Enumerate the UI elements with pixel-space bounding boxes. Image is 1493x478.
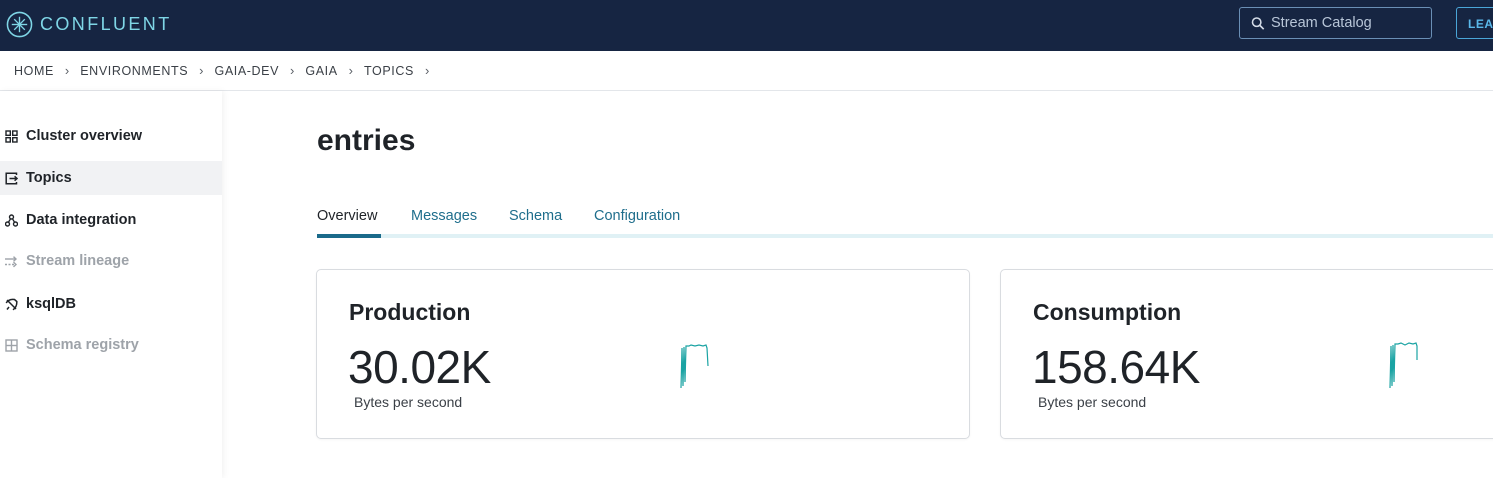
- breadcrumb-home[interactable]: HOME: [14, 64, 54, 78]
- search-icon: [1251, 16, 1265, 30]
- breadcrumb-separator: ›: [199, 63, 204, 78]
- production-unit: Bytes per second: [354, 394, 463, 410]
- connector-icon: [4, 213, 18, 227]
- breadcrumb-separator: ›: [348, 63, 354, 78]
- sidebar-item-label: Stream lineage: [26, 253, 130, 269]
- tabs-track: [317, 234, 1493, 238]
- confluent-logo[interactable]: CONFLUENT: [6, 10, 172, 38]
- sidebar-item-stream-lineage[interactable]: Stream lineage: [0, 244, 222, 278]
- page-title: entries: [317, 124, 416, 157]
- sidebar-item-label: ksqlDB: [26, 296, 76, 312]
- stream-catalog-search[interactable]: [1239, 7, 1432, 39]
- sidebar-item-ksqldb[interactable]: ksqlDB: [0, 287, 222, 321]
- sidebar-item-data-integration[interactable]: Data integration: [0, 203, 222, 237]
- production-value: 30.02K: [348, 341, 491, 393]
- learn-button[interactable]: LEARN: [1456, 7, 1493, 39]
- breadcrumb-topics[interactable]: TOPICS: [364, 64, 414, 78]
- active-tab-indicator: [317, 234, 381, 238]
- tab-configuration[interactable]: Configuration: [594, 208, 680, 224]
- topic-icon: [4, 171, 18, 185]
- tab-schema[interactable]: Schema: [509, 208, 562, 224]
- topic-tabs: Overview Messages Schema Configuration: [317, 206, 1493, 238]
- breadcrumb-environment[interactable]: GAIA-DEV: [215, 64, 280, 78]
- sidebar-item-label: Schema registry: [26, 337, 139, 353]
- breadcrumb: HOME › ENVIRONMENTS › GAIA-DEV › GAIA › …: [0, 51, 1493, 91]
- card-title: Consumption: [1033, 299, 1182, 325]
- production-card[interactable]: Production 30.02K Bytes per second: [316, 269, 970, 439]
- consumption-unit: Bytes per second: [1038, 394, 1147, 410]
- sidebar-item-label: Cluster overview: [26, 128, 143, 144]
- sidebar-item-cluster-overview[interactable]: Cluster overview: [0, 119, 222, 153]
- production-sparkline: [680, 344, 709, 389]
- sidebar: Cluster overview Topics Data integration…: [0, 91, 222, 478]
- sidebar-item-topics[interactable]: Topics: [0, 161, 222, 195]
- breadcrumb-separator: ›: [424, 63, 430, 78]
- sidebar-item-schema-registry[interactable]: Schema registry: [0, 328, 222, 362]
- top-bar: CONFLUENT LEARN: [0, 0, 1493, 51]
- consumption-card[interactable]: Consumption 158.64K Bytes per second: [1000, 269, 1493, 439]
- consumption-value: 158.64K: [1032, 341, 1200, 393]
- breadcrumb-separator: ›: [64, 63, 70, 78]
- breadcrumb-environments[interactable]: ENVIRONMENTS: [80, 64, 188, 78]
- breadcrumb-cluster[interactable]: GAIA: [305, 64, 337, 78]
- tab-overview[interactable]: Overview: [317, 208, 377, 224]
- ksqldb-icon: [4, 297, 18, 311]
- lineage-icon: [4, 254, 18, 268]
- sidebar-item-label: Topics: [26, 170, 72, 186]
- sidebar-item-label: Data integration: [26, 212, 137, 228]
- brand-name: CONFLUENT: [40, 13, 172, 34]
- card-title: Production: [349, 299, 471, 325]
- schema-icon: [4, 338, 18, 352]
- grid-icon: [4, 129, 18, 143]
- breadcrumb-separator: ›: [290, 63, 295, 78]
- search-input[interactable]: [1271, 15, 1431, 31]
- confluent-logo-icon: [6, 11, 33, 37]
- consumption-sparkline: [1389, 342, 1418, 389]
- tab-messages[interactable]: Messages: [411, 208, 477, 224]
